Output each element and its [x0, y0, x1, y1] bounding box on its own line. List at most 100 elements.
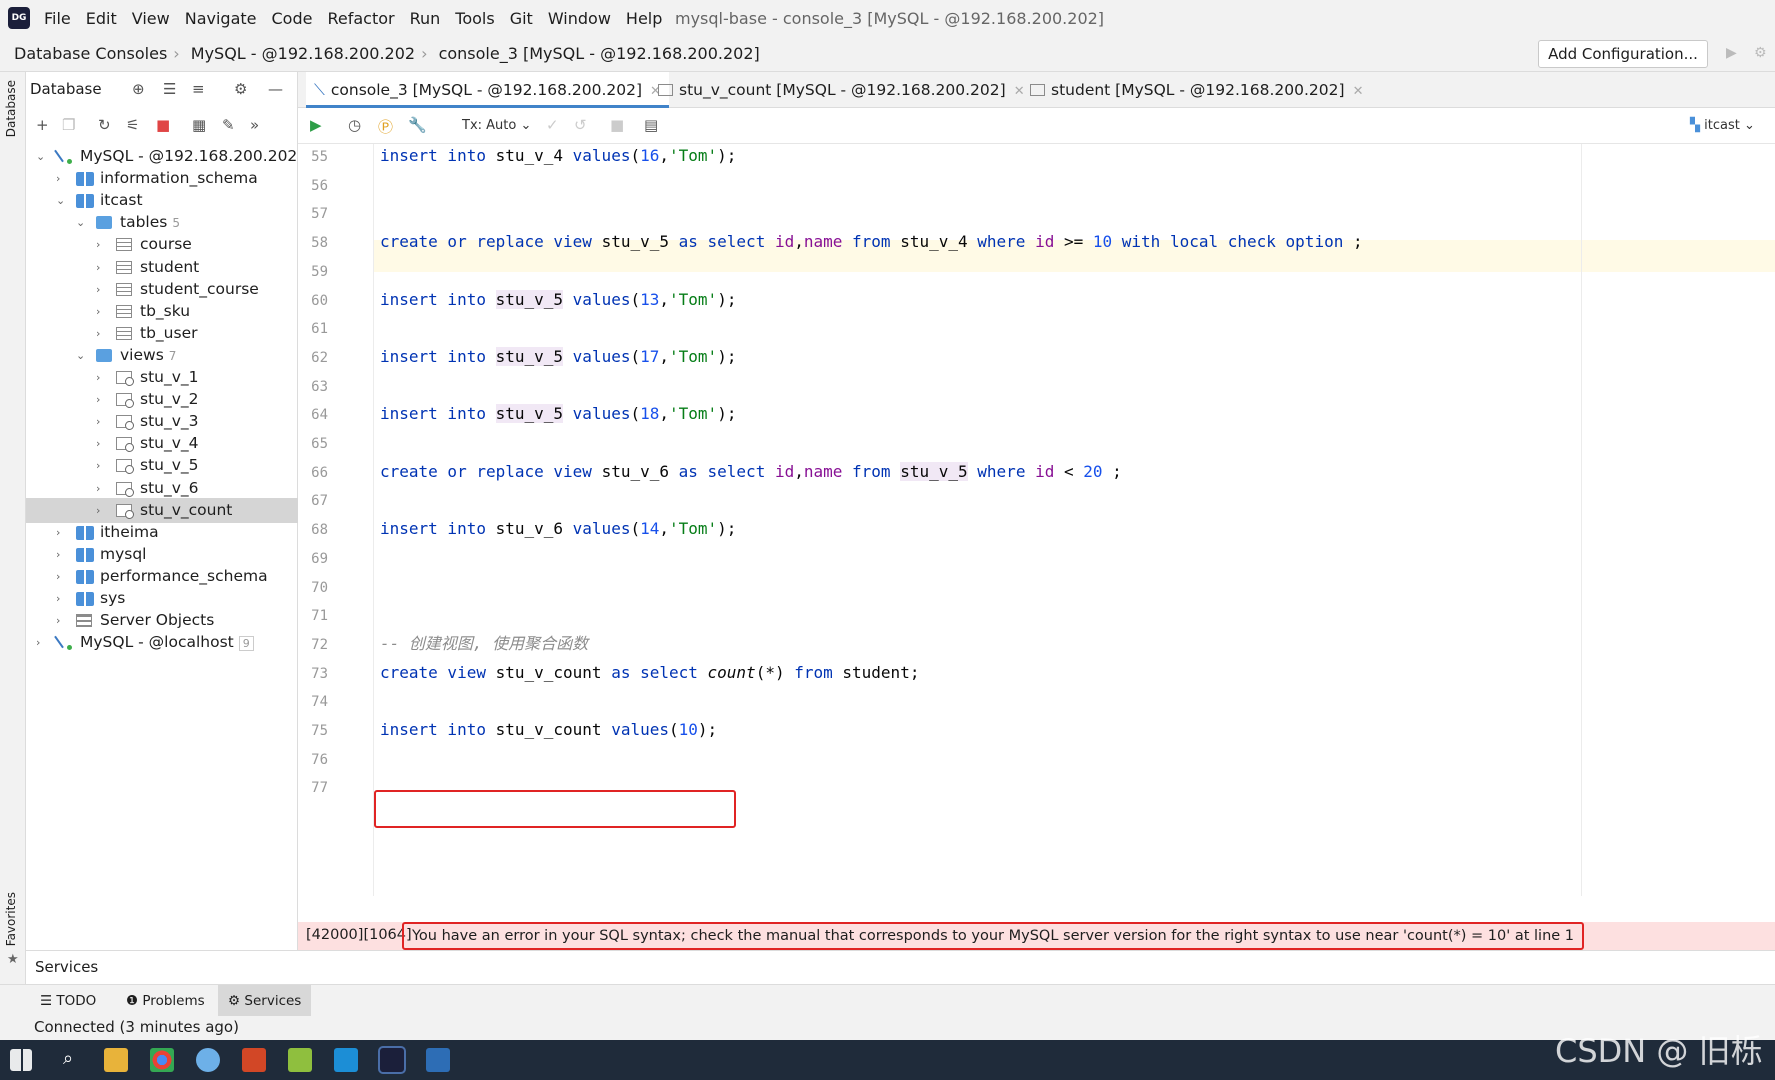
- services-tab[interactable]: ⚙ Services: [218, 985, 312, 1017]
- breadcrumb-item[interactable]: console_3 [MySQL - @192.168.200.202]: [439, 44, 760, 63]
- code-line[interactable]: insert into stu_v_6 values(14,'Tom');: [380, 517, 736, 541]
- add-icon[interactable]: +: [36, 116, 49, 134]
- problems-tab[interactable]: ❶ Problems: [116, 985, 215, 1017]
- add-configuration-button[interactable]: Add Configuration...: [1538, 40, 1708, 68]
- menu-item[interactable]: Navigate: [185, 9, 257, 28]
- editor-toolbar: ▶ ◷ Ⓟ 🔧 Tx: Auto ⌄ ✓ ↺ ■ ▤ ▚ itcast ⌄: [298, 108, 1775, 144]
- copy-icon[interactable]: ❐: [62, 116, 75, 134]
- code-line[interactable]: insert into stu_v_4 values(16,'Tom');: [380, 144, 736, 168]
- wrench-icon[interactable]: 🔧: [408, 116, 427, 134]
- edit-icon[interactable]: ✎: [222, 116, 235, 134]
- table-icon[interactable]: ▦: [192, 116, 206, 134]
- code-line[interactable]: insert into stu_v_count values(10);: [380, 718, 717, 742]
- line-number: 77: [311, 780, 328, 797]
- star-icon[interactable]: ★: [7, 952, 19, 967]
- os-taskbar: ⌕: [0, 1040, 1775, 1080]
- execute-icon[interactable]: ▶: [310, 116, 322, 134]
- output-table-icon[interactable]: ▤: [644, 116, 658, 134]
- tab-stu-v-count[interactable]: stu_v_count [MySQL - @192.168.200.202] ✕: [652, 72, 1031, 108]
- schema-select[interactable]: ▚ itcast ⌄: [1690, 118, 1755, 133]
- error-code: [42000][1064]: [306, 927, 412, 943]
- line-number: 61: [311, 321, 328, 338]
- line-number: 67: [311, 493, 328, 510]
- view-icon: [116, 393, 134, 409]
- todo-tab[interactable]: ☰ TODO: [30, 985, 106, 1017]
- view-icon: [658, 84, 673, 96]
- windows-start-icon[interactable]: [10, 1049, 32, 1071]
- menu-item[interactable]: Run: [410, 9, 441, 28]
- target-icon[interactable]: ⊕: [132, 80, 145, 98]
- close-icon[interactable]: ✕: [1353, 84, 1364, 99]
- breadcrumb-item[interactable]: MySQL - @192.168.200.202: [191, 44, 415, 63]
- favorites-tool-tab[interactable]: Favorites: [4, 892, 18, 946]
- menu-item[interactable]: Git: [510, 9, 533, 28]
- line-number: 63: [311, 378, 328, 395]
- database-tool-tab[interactable]: Database: [4, 80, 18, 137]
- datagrip-icon[interactable]: [378, 1046, 406, 1074]
- connection-icon: [56, 634, 72, 651]
- expand-all-icon[interactable]: ☰: [163, 80, 176, 98]
- code-line[interactable]: insert into stu_v_5 values(17,'Tom');: [380, 345, 736, 369]
- menu-item[interactable]: File: [44, 9, 71, 28]
- close-icon[interactable]: ✕: [1014, 84, 1025, 99]
- app-icon[interactable]: [196, 1048, 220, 1072]
- line-number-gutter: 55 56 57 58 59 60 61 62 63 64 65 66 67 68 69 70 71 72 73 74…: [298, 144, 374, 896]
- run-icon[interactable]: ▶: [1726, 45, 1737, 61]
- schema-icon: ▚: [1690, 118, 1700, 133]
- chevron-right-icon[interactable]: ›: [36, 630, 48, 655]
- transaction-mode-select[interactable]: Tx: Auto ⌄: [462, 118, 531, 133]
- schema-edit-icon[interactable]: ⚟: [126, 116, 139, 134]
- notepad-icon[interactable]: [288, 1048, 312, 1072]
- line-number: 64: [311, 407, 328, 424]
- app-icon[interactable]: [426, 1048, 450, 1072]
- menu-item[interactable]: Refactor: [327, 9, 394, 28]
- commit-icon[interactable]: ✓: [546, 116, 559, 134]
- sql-editor[interactable]: 55 56 57 58 59 60 61 62 63 64 65 66 67 68 69 70 71 72 73 74…: [298, 144, 1775, 896]
- chrome-icon[interactable]: [150, 1048, 174, 1072]
- tab-student[interactable]: student [MySQL - @192.168.200.202] ✕: [1024, 72, 1369, 108]
- line-number: 66: [311, 464, 328, 481]
- code-line[interactable]: insert into stu_v_5 values(18,'Tom');: [380, 402, 736, 426]
- menu-item[interactable]: Tools: [455, 9, 494, 28]
- debug-icon[interactable]: ⚙: [1754, 45, 1767, 61]
- tab-console-3[interactable]: ⟍ console_3 [MySQL - @192.168.200.202] ✕: [306, 72, 669, 108]
- rollback-icon[interactable]: ↺: [574, 116, 587, 134]
- line-number: 75: [311, 723, 328, 739]
- stop-icon[interactable]: ■: [156, 116, 170, 134]
- gear-icon[interactable]: ⚙: [234, 80, 247, 98]
- code-line[interactable]: insert into stu_v_5 values(13,'Tom');: [380, 288, 736, 312]
- count-badge: 7: [168, 348, 177, 363]
- count-badge: 5: [172, 216, 180, 231]
- info-icon: ❶: [126, 993, 139, 1009]
- folder-icon: [96, 216, 112, 230]
- console-icon: ⟍: [314, 81, 325, 99]
- code-line[interactable]: create or replace view stu_v_6 as select…: [380, 460, 1122, 484]
- view-icon: [116, 503, 134, 519]
- more-icon[interactable]: »: [250, 116, 259, 134]
- menu-item[interactable]: Window: [548, 9, 611, 28]
- menu-item[interactable]: Help: [626, 9, 662, 28]
- table-icon: [116, 282, 132, 296]
- menu-item[interactable]: Code: [272, 9, 313, 28]
- menu-item[interactable]: Edit: [86, 9, 117, 28]
- code-line[interactable]: -- 创建视图, 使用聚合函数: [380, 632, 588, 656]
- refresh-icon[interactable]: ↻: [98, 116, 111, 134]
- minimize-icon[interactable]: —: [268, 80, 283, 98]
- collapse-all-icon[interactable]: ≡: [192, 80, 205, 98]
- search-icon[interactable]: ⌕: [56, 1048, 80, 1072]
- services-panel-title: Services: [26, 950, 1775, 984]
- code-line[interactable]: create or replace view stu_v_5 as select…: [380, 230, 1363, 254]
- menu-item[interactable]: View: [132, 9, 170, 28]
- file-explorer-icon[interactable]: [104, 1048, 128, 1072]
- powerpoint-icon[interactable]: [242, 1048, 266, 1072]
- code-line[interactable]: create view stu_v_count as select count(…: [380, 661, 919, 685]
- database-panel-header: Database ⊕ ☰ ≡ ⚙ —: [26, 72, 298, 108]
- view-icon: [116, 415, 134, 431]
- app-icon[interactable]: [334, 1048, 358, 1072]
- explain-plan-icon[interactable]: Ⓟ: [378, 116, 393, 137]
- tree-node[interactable]: › MySQL - @localhost 9: [26, 630, 298, 655]
- cancel-query-icon[interactable]: ■: [610, 116, 624, 134]
- history-icon[interactable]: ◷: [348, 116, 361, 134]
- table-icon: [116, 326, 132, 340]
- breadcrumb-item[interactable]: Database Consoles: [14, 44, 167, 63]
